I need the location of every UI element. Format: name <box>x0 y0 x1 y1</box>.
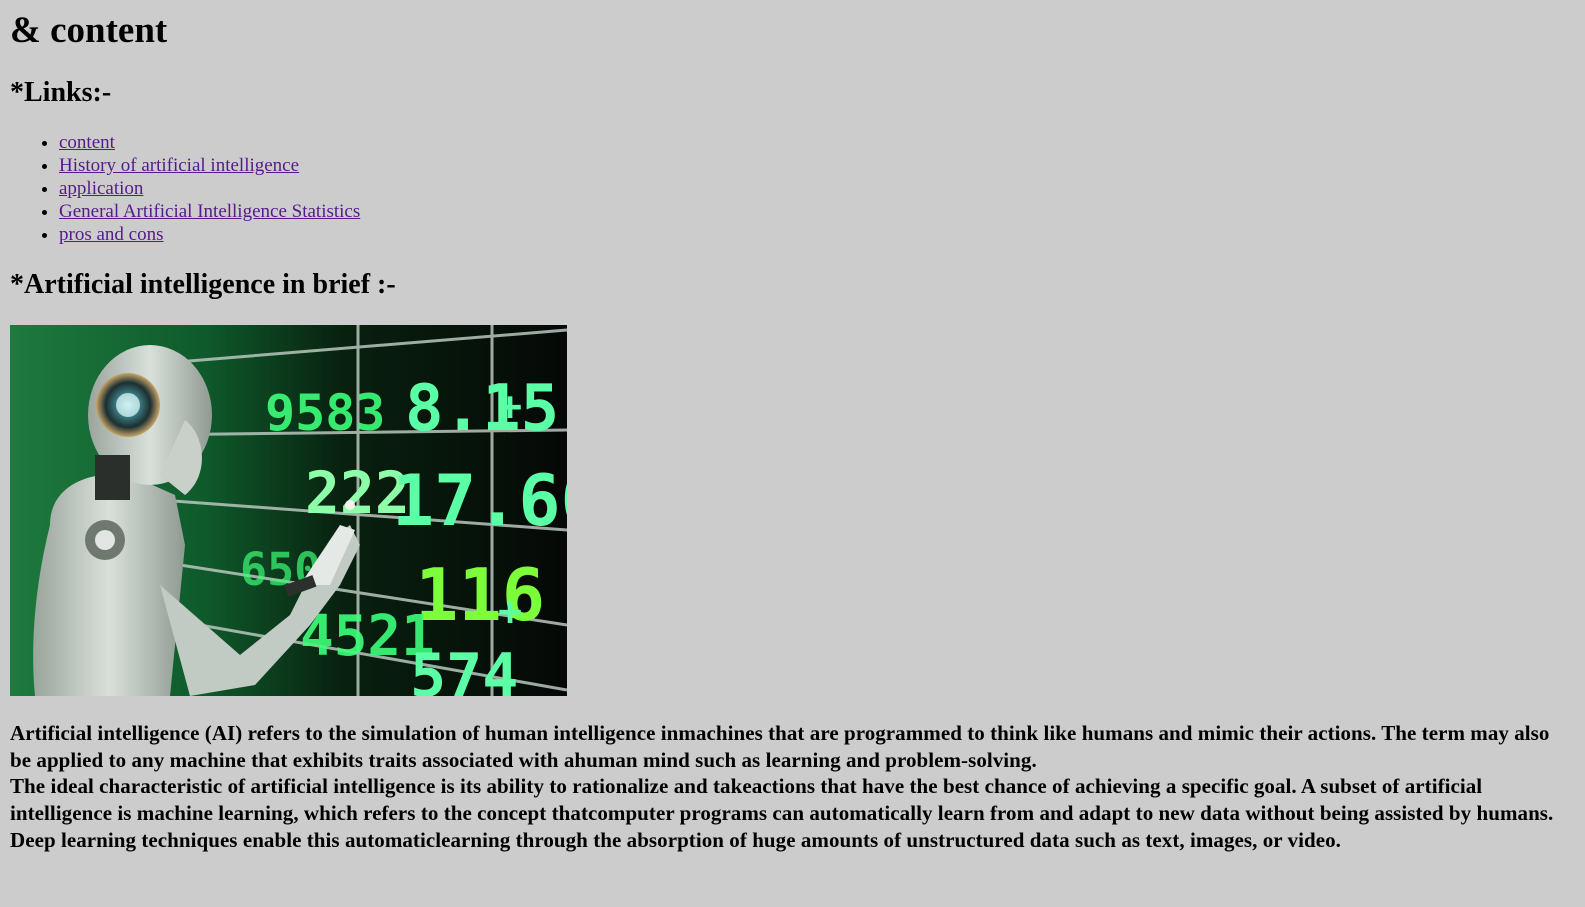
svg-text:+: + <box>498 589 522 635</box>
page: & content *Links:- content History of ar… <box>0 9 1585 854</box>
svg-text:+: + <box>498 384 522 430</box>
svg-text:8.15: 8.15 <box>405 372 559 446</box>
link-pros-cons[interactable]: pros and cons <box>59 224 163 245</box>
links-list: content History of artificial intelligen… <box>10 131 1575 246</box>
link-application[interactable]: application <box>59 178 143 199</box>
link-statistics[interactable]: General Artificial Intelligence Statisti… <box>59 201 360 222</box>
paragraph-1: Artificial intelligence (AI) refers to t… <box>10 721 1550 772</box>
svg-text:574: 574 <box>410 641 518 696</box>
list-item: application <box>59 177 1575 200</box>
paragraph-2: The ideal characteristic of artificial i… <box>10 774 1554 852</box>
svg-text:9583: 9583 <box>265 384 385 442</box>
ai-robot-image: 9583 8.15 + 222 17.60 650 116 + 4521 574 <box>10 325 567 696</box>
list-item: History of artificial intelligence <box>59 154 1575 177</box>
list-item: General Artificial Intelligence Statisti… <box>59 200 1575 223</box>
links-heading: *Links:- <box>10 77 112 108</box>
svg-text:17.60: 17.60 <box>392 460 567 542</box>
article-body: Artificial intelligence (AI) refers to t… <box>10 720 1560 854</box>
brief-heading: *Artificial intelligence in brief :- <box>10 269 396 300</box>
link-content[interactable]: content <box>59 132 115 153</box>
link-history[interactable]: History of artificial intelligence <box>59 155 299 176</box>
page-title: & content <box>10 10 168 51</box>
list-item: pros and cons <box>59 223 1575 246</box>
list-item: content <box>59 131 1575 154</box>
